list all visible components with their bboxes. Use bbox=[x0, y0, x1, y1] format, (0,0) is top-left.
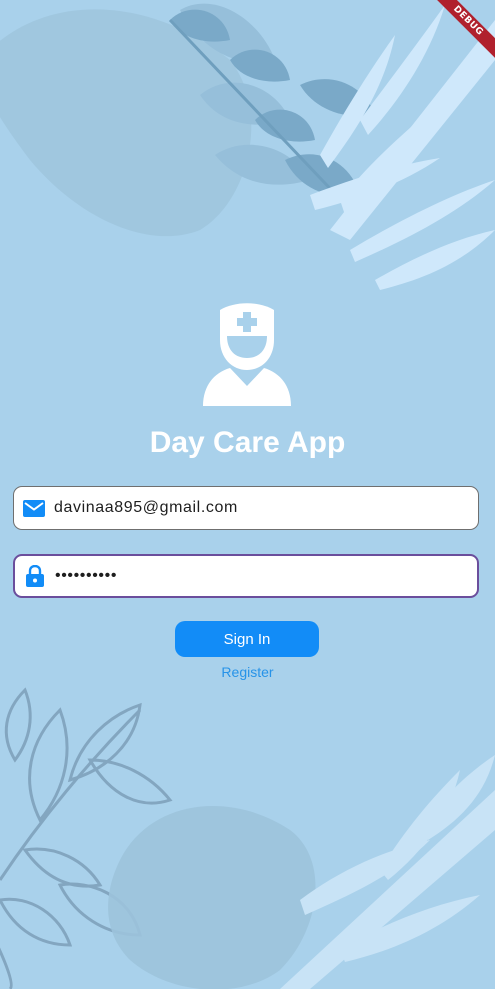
password-input[interactable] bbox=[55, 567, 455, 585]
app-title: Day Care App bbox=[149, 426, 346, 459]
register-link[interactable]: Register bbox=[0, 664, 495, 680]
email-input[interactable] bbox=[54, 499, 454, 517]
login-screen: Day Care App Sign In Register bbox=[0, 0, 495, 989]
mail-icon bbox=[14, 486, 54, 530]
nurse-avatar-icon bbox=[203, 303, 291, 406]
sign-in-button[interactable]: Sign In bbox=[175, 621, 319, 657]
password-field[interactable] bbox=[13, 554, 479, 598]
email-field[interactable] bbox=[13, 486, 479, 530]
lock-icon bbox=[15, 554, 55, 598]
debug-label: DEBUG bbox=[424, 0, 495, 65]
debug-banner: DEBUG bbox=[415, 0, 495, 80]
